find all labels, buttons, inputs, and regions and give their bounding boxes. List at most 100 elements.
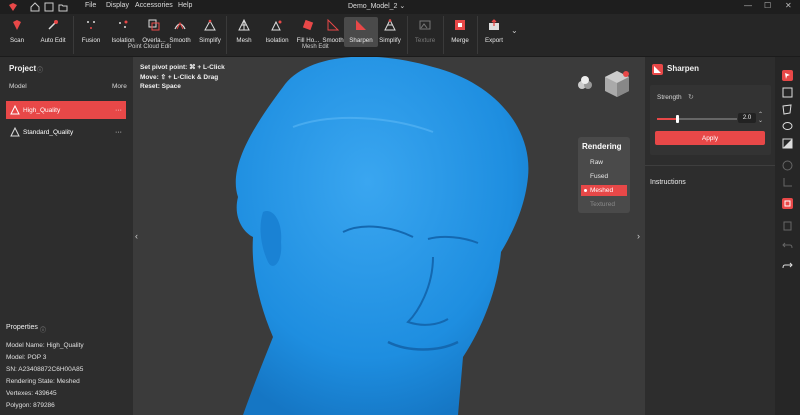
model-item-high-quality[interactable]: High_Quality ··· xyxy=(6,101,126,119)
more-button[interactable]: More xyxy=(112,83,127,90)
menu-help[interactable]: Help xyxy=(178,2,192,9)
model-options-button[interactable]: ··· xyxy=(115,107,122,114)
minimize-icon[interactable]: — xyxy=(744,1,752,10)
prop-model-name: Model Name: High_Quality xyxy=(6,342,84,349)
prop-vertexes: Vertexes: 439645 xyxy=(6,390,57,397)
overlap-icon xyxy=(147,18,161,32)
group-point-cloud: Point Cloud Edit xyxy=(128,44,172,50)
hint-reset: Reset: Space xyxy=(140,83,181,90)
project-title: Project xyxy=(9,64,37,73)
instructions-label: Instructions xyxy=(650,179,686,186)
isolation-icon xyxy=(270,18,284,32)
maximize-icon[interactable]: ☐ xyxy=(764,1,771,10)
new-project-icon[interactable] xyxy=(44,2,54,12)
window-title[interactable]: Demo_Model_2 ⌄ xyxy=(348,2,405,10)
menu-display[interactable]: Display xyxy=(106,2,129,9)
stepper-icon[interactable]: ⌃ ⌄ xyxy=(758,112,763,124)
menu-file[interactable]: File xyxy=(85,2,96,9)
right-toolbar xyxy=(775,57,800,415)
smooth-button[interactable]: Smooth xyxy=(163,17,197,47)
auto-edit-icon xyxy=(46,18,60,32)
sharpen-title: Sharpen xyxy=(667,64,700,73)
collapse-right-icon[interactable]: › xyxy=(637,231,640,241)
fusion-icon xyxy=(84,18,98,32)
rendering-title: Rendering xyxy=(582,142,622,151)
group-mesh-edit: Mesh Edit xyxy=(302,44,329,50)
strength-label: Strength xyxy=(657,94,682,101)
invert-selection-icon[interactable] xyxy=(782,138,793,149)
lasso-select-icon[interactable] xyxy=(782,104,793,115)
brush-select-icon[interactable] xyxy=(782,121,793,132)
sharpen-panel: Sharpen Strength ↻ 2.0 ⌃ ⌄ Apply Instruct… xyxy=(645,57,775,415)
sharpen-icon xyxy=(354,18,368,32)
merge-button[interactable]: Merge xyxy=(443,17,477,47)
title-bar: File Display Accessories Help Demo_Model… xyxy=(0,0,800,14)
texture-button[interactable]: Texture xyxy=(408,17,442,47)
model-options-button[interactable]: ··· xyxy=(115,129,122,136)
scan-icon xyxy=(10,18,24,32)
strength-value-field[interactable]: 2.0 xyxy=(738,113,756,123)
view-cube-icon[interactable] xyxy=(601,67,633,99)
menu-accessories[interactable]: Accessories xyxy=(135,2,173,9)
scan-button[interactable]: Scan xyxy=(0,17,34,47)
rendering-option-meshed[interactable]: Meshed xyxy=(581,185,627,196)
auto-edit-button[interactable]: Auto Edit xyxy=(36,17,70,47)
isolation-button[interactable]: Isolation xyxy=(106,17,140,47)
toolbar: Scan Auto Edit Fusion Isolation Overla..… xyxy=(0,14,800,57)
deselect-icon[interactable] xyxy=(782,160,793,171)
simplify-icon xyxy=(383,18,397,32)
close-icon[interactable]: ✕ xyxy=(785,1,792,10)
isolation-icon xyxy=(116,18,130,32)
duplicate-icon[interactable] xyxy=(782,198,793,209)
crop-icon[interactable] xyxy=(782,177,793,188)
rendering-option-raw[interactable]: Raw xyxy=(581,157,627,168)
lighting-icon[interactable] xyxy=(576,75,594,91)
mesh-simplify-button[interactable]: Simplify xyxy=(373,17,407,47)
open-folder-icon[interactable] xyxy=(58,2,68,12)
model-item-standard-quality[interactable]: Standard_Quality ··· xyxy=(6,123,126,141)
prop-model: Model: POP 3 xyxy=(6,354,47,361)
mesh-model[interactable] xyxy=(133,57,645,415)
strength-card: Strength ↻ 2.0 ⌃ ⌄ Apply xyxy=(650,85,771,155)
collapse-left-icon[interactable]: ‹ xyxy=(135,231,138,241)
redo-icon[interactable] xyxy=(782,260,793,271)
apply-button[interactable]: Apply xyxy=(655,131,765,145)
fill-holes-icon xyxy=(301,18,315,32)
mesh-icon xyxy=(237,18,251,32)
reset-icon[interactable]: ↻ xyxy=(688,93,694,101)
info-icon[interactable]: ⓘ xyxy=(37,65,43,74)
undo-icon[interactable] xyxy=(782,240,793,251)
3d-viewport[interactable]: Set pivot point: ⌘ + L-Click Move: ⇧ + L… xyxy=(133,57,645,415)
prop-sn: SN: A23408872C6H00A85 xyxy=(6,366,84,373)
properties-title: Properties xyxy=(6,324,38,331)
mesh-isolation-button[interactable]: Isolation xyxy=(260,17,294,47)
hint-pivot: Set pivot point: ⌘ + L-Click xyxy=(140,64,225,71)
fusion-button[interactable]: Fusion xyxy=(74,17,108,47)
prop-polygon: Polygon: 879286 xyxy=(6,402,55,409)
smooth-icon xyxy=(173,18,187,32)
selected-dot-icon xyxy=(584,189,587,192)
simplify-button[interactable]: Simplify xyxy=(193,17,227,47)
rendering-option-textured[interactable]: Textured xyxy=(581,199,627,210)
smooth-icon xyxy=(326,18,340,32)
info-icon[interactable]: ⓘ xyxy=(40,325,46,334)
export-icon xyxy=(487,18,501,32)
divider xyxy=(645,165,775,166)
export-button[interactable]: Export xyxy=(477,17,511,47)
delete-icon[interactable] xyxy=(782,220,793,231)
rectangle-select-icon[interactable] xyxy=(782,87,793,98)
select-tool-icon[interactable] xyxy=(782,70,793,81)
strength-slider[interactable] xyxy=(657,115,737,123)
model-label: Model xyxy=(9,83,27,90)
rendering-option-fused[interactable]: Fused xyxy=(581,171,627,182)
simplify-icon xyxy=(203,18,217,32)
toolbar-more-chevron-icon[interactable]: ⌄ xyxy=(511,26,518,35)
mesh-button[interactable]: Mesh xyxy=(227,17,261,47)
strength-slider-knob[interactable] xyxy=(675,115,679,123)
home-icon[interactable] xyxy=(30,2,40,12)
sharpen-icon xyxy=(652,64,663,75)
merge-icon xyxy=(453,18,467,32)
rendering-menu: Rendering Raw Fused Meshed Textured xyxy=(578,137,630,213)
model-triangle-icon xyxy=(10,105,20,115)
project-panel: Project ⓘ Model More High_Quality ··· St… xyxy=(0,57,133,415)
